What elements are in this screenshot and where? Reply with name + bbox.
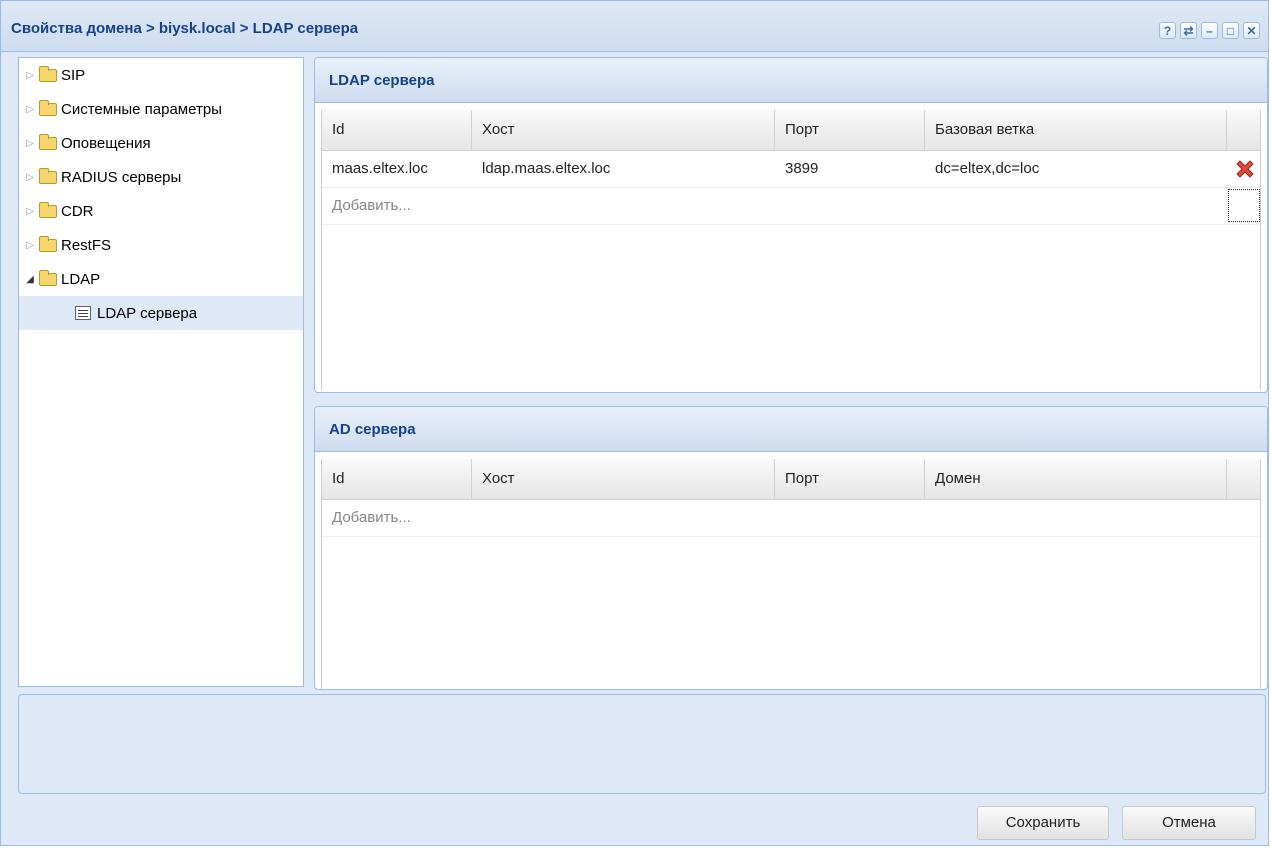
- cell-port: 3899: [785, 160, 819, 177]
- tree-item-label: CDR: [61, 202, 94, 220]
- close-icon[interactable]: ✕: [1243, 22, 1260, 39]
- window-title: Свойства домена > biysk.local > LDAP сер…: [11, 20, 359, 37]
- tree-item-sip[interactable]: ▷ SIP: [19, 58, 303, 92]
- expand-arrow-icon[interactable]: ▷: [23, 172, 37, 183]
- list-icon: [75, 306, 91, 320]
- tree-item-cdr[interactable]: ▷ CDR: [19, 194, 303, 228]
- expand-arrow-icon[interactable]: ▷: [23, 206, 37, 217]
- expand-arrow-icon[interactable]: ▷: [23, 104, 37, 115]
- status-panel: [18, 694, 1266, 794]
- column-header-domain[interactable]: Домен: [925, 459, 1227, 499]
- expand-arrow-icon[interactable]: ▷: [23, 138, 37, 149]
- tree-item-ldap[interactable]: ◢ LDAP: [19, 262, 303, 296]
- column-header-host[interactable]: Хост: [472, 459, 775, 499]
- tree-item-label: LDAP: [61, 270, 101, 288]
- panel-header: LDAP сервера: [315, 58, 1267, 103]
- grid-header: Id Хост Порт Домен: [322, 459, 1260, 500]
- window-tools: ? ⇄ – □ ✕: [1159, 22, 1260, 39]
- column-header-port[interactable]: Порт: [775, 110, 925, 150]
- column-header-base[interactable]: Базовая ветка: [925, 110, 1227, 150]
- folder-icon: [39, 235, 57, 252]
- maximize-icon[interactable]: □: [1222, 22, 1239, 39]
- column-header-id[interactable]: Id: [322, 459, 472, 499]
- tree-item-notifications[interactable]: ▷ Оповещения: [19, 126, 303, 160]
- tree-item-ldap-servers[interactable]: LDAP сервера: [19, 296, 303, 330]
- settings-tree: ▷ SIP ▷ Системные параметры ▷ Оповещения…: [18, 57, 304, 687]
- tree-item-system-params[interactable]: ▷ Системные параметры: [19, 92, 303, 126]
- folder-icon: [39, 167, 57, 184]
- ad-grid: Id Хост Порт Домен Добавить...: [321, 459, 1261, 689]
- ad-servers-panel: AD сервера Id Хост Порт Домен Добавить..…: [314, 406, 1268, 690]
- help-icon[interactable]: ?: [1159, 22, 1176, 39]
- folder-icon: [39, 99, 57, 116]
- folder-icon: [39, 201, 57, 218]
- expand-arrow-icon[interactable]: ▷: [23, 70, 37, 81]
- panel-title: AD сервера: [329, 421, 416, 438]
- tree-item-label: SIP: [61, 66, 86, 84]
- tree-item-label: Оповещения: [61, 134, 151, 152]
- add-row[interactable]: Добавить...: [322, 500, 1260, 537]
- minimize-icon[interactable]: –: [1201, 22, 1218, 39]
- tree-item-label: Системные параметры: [61, 100, 222, 118]
- cell-id: maas.eltex.loc: [332, 160, 428, 177]
- cancel-button[interactable]: Отмена: [1122, 806, 1256, 840]
- collapse-arrow-icon[interactable]: ◢: [23, 274, 37, 285]
- tree-item-label: LDAP сервера: [97, 304, 198, 322]
- folder-icon: [39, 133, 57, 150]
- tree-item-label: RestFS: [61, 236, 112, 254]
- tree-item-label: RADIUS серверы: [61, 168, 182, 186]
- ldap-grid: Id Хост Порт Базовая ветка maas.eltex.lo…: [321, 110, 1261, 390]
- domain-properties-window: Свойства домена > biysk.local > LDAP сер…: [0, 0, 1269, 846]
- column-header-host[interactable]: Хост: [472, 110, 775, 150]
- focus-cell[interactable]: [1228, 189, 1260, 222]
- column-header-id[interactable]: Id: [322, 110, 472, 150]
- delete-icon[interactable]: [1234, 158, 1256, 180]
- ldap-servers-panel: LDAP сервера Id Хост Порт Базовая ветка …: [314, 57, 1268, 393]
- grid-header: Id Хост Порт Базовая ветка: [322, 110, 1260, 151]
- cell-base: dc=eltex,dc=loc: [935, 160, 1040, 177]
- column-header-port[interactable]: Порт: [775, 459, 925, 499]
- cell-host: ldap.maas.eltex.loc: [482, 160, 611, 177]
- folder-icon: [39, 65, 57, 82]
- add-row[interactable]: Добавить...: [322, 188, 1260, 225]
- title-bar: Свойства домена > biysk.local > LDAP сер…: [1, 1, 1268, 52]
- panel-header: AD сервера: [315, 407, 1267, 452]
- refresh-icon[interactable]: ⇄: [1180, 22, 1197, 39]
- tree-item-restfs[interactable]: ▷ RestFS: [19, 228, 303, 262]
- panel-title: LDAP сервера: [329, 72, 435, 89]
- add-row-label: Добавить...: [332, 509, 411, 526]
- save-button[interactable]: Сохранить: [977, 806, 1109, 840]
- tree-item-radius[interactable]: ▷ RADIUS серверы: [19, 160, 303, 194]
- table-row[interactable]: maas.eltex.loc ldap.maas.eltex.loc 3899 …: [322, 151, 1260, 188]
- add-row-label: Добавить...: [332, 197, 411, 214]
- open-folder-icon: [39, 269, 57, 286]
- expand-arrow-icon[interactable]: ▷: [23, 240, 37, 251]
